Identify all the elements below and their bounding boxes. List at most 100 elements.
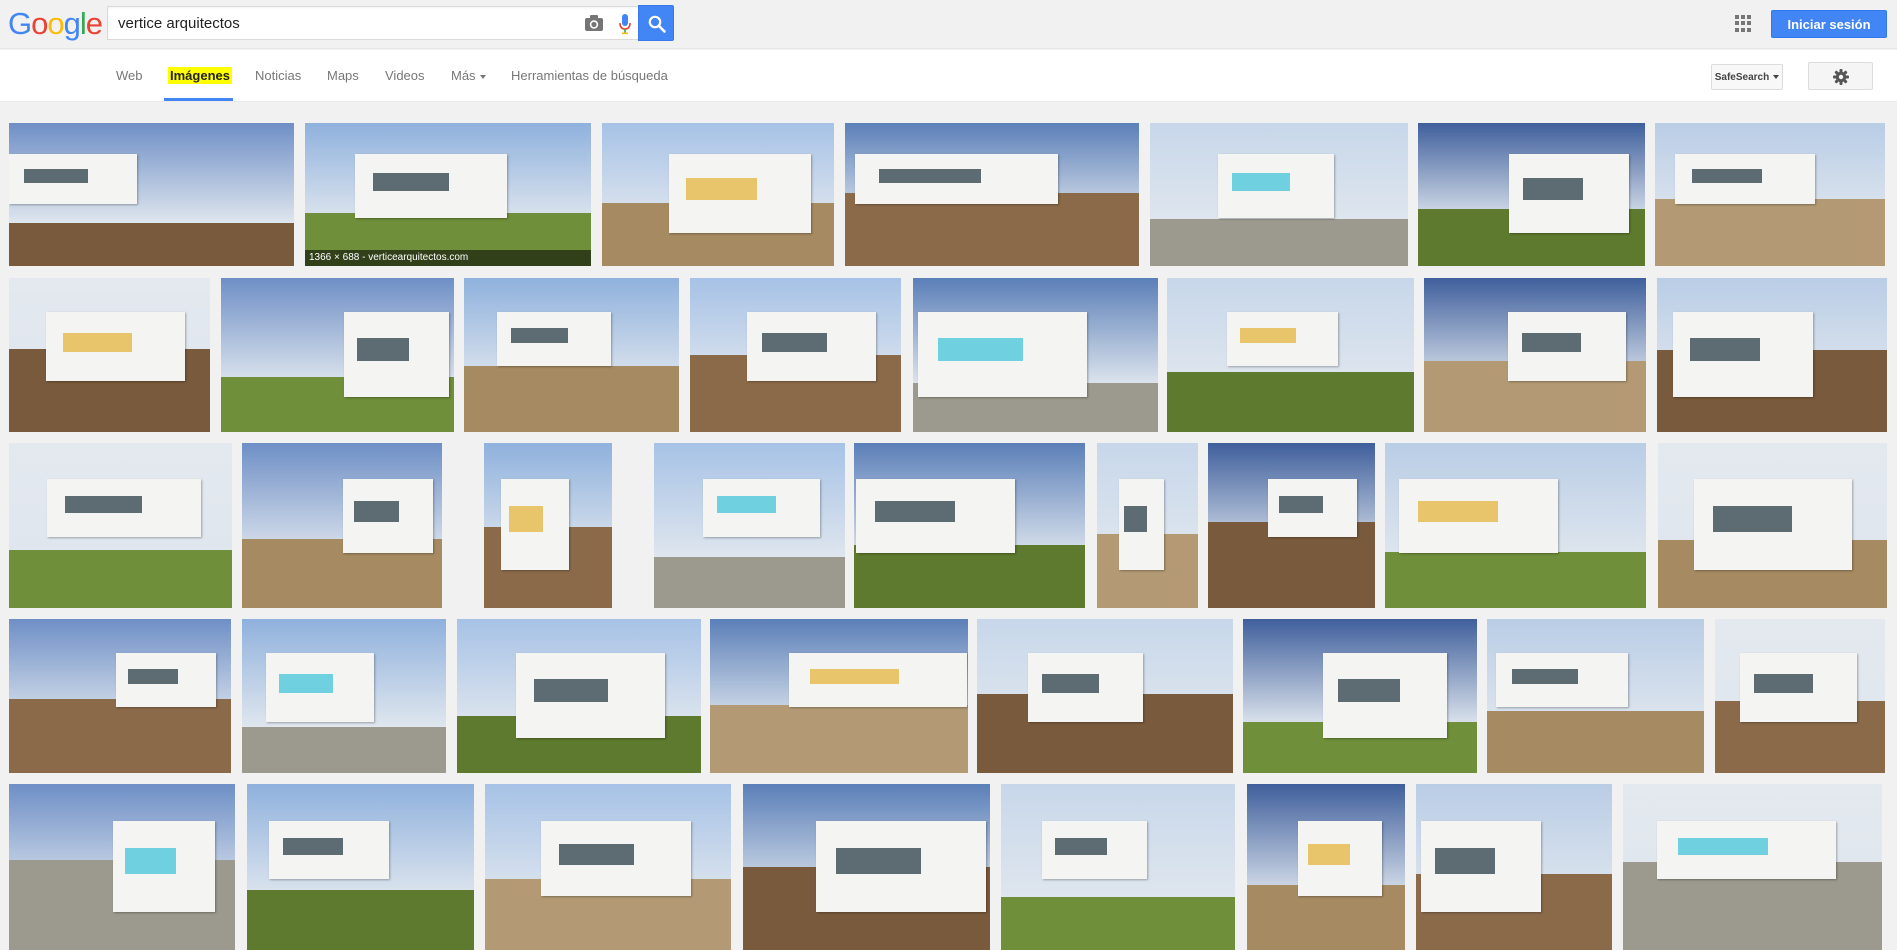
mic-icon[interactable]: [618, 13, 632, 35]
image-result-thumbnail[interactable]: [743, 784, 990, 950]
tab-news[interactable]: Noticias: [255, 68, 301, 83]
thumbnail-building: [541, 821, 691, 896]
image-result-thumbnail[interactable]: [854, 443, 1085, 608]
thumbnail-building: [269, 821, 389, 879]
tab-videos[interactable]: Videos: [385, 68, 425, 83]
thumbnail-window: [1231, 173, 1290, 192]
image-result-thumbnail[interactable]: [1150, 123, 1408, 266]
apps-grid-icon[interactable]: [1735, 15, 1752, 32]
image-result-thumbnail[interactable]: [1385, 443, 1646, 608]
image-result-thumbnail[interactable]: [845, 123, 1139, 266]
image-result-thumbnail[interactable]: [484, 443, 612, 608]
safesearch-button[interactable]: SafeSearch: [1711, 64, 1783, 90]
image-result-thumbnail[interactable]: [654, 443, 845, 608]
image-result-thumbnail[interactable]: 1366 × 688 - verticearquitectos.com: [305, 123, 591, 266]
thumbnail-ground: [1001, 896, 1235, 950]
thumbnail-window: [836, 848, 922, 874]
thumbnail-window: [356, 337, 410, 362]
google-logo[interactable]: Google: [8, 6, 103, 41]
image-result-thumbnail[interactable]: [457, 619, 701, 773]
thumbnail-ground: [242, 726, 446, 773]
thumbnail-building: [855, 154, 1058, 204]
image-result-thumbnail[interactable]: [710, 619, 968, 773]
thumbnail-building: [1323, 653, 1447, 738]
image-result-thumbnail[interactable]: [9, 123, 294, 266]
image-result-thumbnail[interactable]: [9, 784, 235, 950]
thumbnail-building: [1657, 821, 1836, 879]
tab-web[interactable]: Web: [116, 68, 143, 83]
logo-letter: g: [63, 6, 81, 41]
thumbnail-window: [1691, 169, 1762, 183]
thumbnail-ground: [464, 365, 679, 432]
image-result-thumbnail[interactable]: [1657, 278, 1887, 432]
image-result-thumbnail[interactable]: [1715, 619, 1885, 773]
thumbnail-building: [343, 479, 433, 553]
image-result-thumbnail[interactable]: [690, 278, 901, 432]
image-result-thumbnail[interactable]: [1487, 619, 1704, 773]
image-result-thumbnail[interactable]: [242, 619, 446, 773]
image-result-thumbnail[interactable]: [1243, 619, 1477, 773]
thumbnail-building: [669, 154, 811, 233]
image-result-thumbnail[interactable]: [1001, 784, 1235, 950]
image-result-thumbnail[interactable]: [602, 123, 834, 266]
image-result-thumbnail[interactable]: [485, 784, 731, 950]
thumbnail-window: [1054, 838, 1108, 855]
settings-button[interactable]: [1808, 62, 1873, 90]
thumbnail-building: [1694, 479, 1852, 570]
search-icon: [648, 15, 666, 33]
image-result-thumbnail[interactable]: [247, 784, 474, 950]
image-result-thumbnail[interactable]: [1167, 278, 1414, 432]
thumbnail-ground: [1385, 551, 1646, 608]
image-result-thumbnail[interactable]: [1208, 443, 1375, 608]
image-result-thumbnail[interactable]: [1623, 784, 1882, 950]
thumbnail-window: [1678, 838, 1768, 855]
image-result-thumbnail[interactable]: [1655, 123, 1885, 266]
image-result-thumbnail[interactable]: [464, 278, 679, 432]
thumbnail-building: [47, 479, 201, 537]
thumbnail-ground: [854, 545, 1085, 608]
image-result-thumbnail[interactable]: [221, 278, 454, 432]
thumbnail-ground: [845, 193, 1139, 266]
thumbnail-window: [373, 173, 450, 192]
active-tab-indicator: [164, 98, 233, 101]
thumbnail-window: [65, 496, 143, 513]
search-button[interactable]: [638, 5, 674, 41]
tab-search-tools[interactable]: Herramientas de búsqueda: [511, 68, 668, 83]
thumbnail-building: [1421, 821, 1541, 912]
image-result-thumbnail[interactable]: [242, 443, 442, 608]
thumbnail-ground: [1150, 218, 1408, 266]
logo-letter: e: [85, 6, 103, 41]
tab-images[interactable]: Imágenes: [168, 67, 232, 84]
thumbnail-ground: [9, 699, 231, 773]
thumbnail-window: [1240, 328, 1296, 344]
chevron-down-icon: [1773, 74, 1780, 79]
image-result-thumbnail[interactable]: [1658, 443, 1887, 608]
camera-icon[interactable]: [584, 14, 604, 32]
image-result-thumbnail[interactable]: [913, 278, 1158, 432]
image-result-thumbnail[interactable]: [9, 278, 210, 432]
image-result-thumbnail[interactable]: [1416, 784, 1612, 950]
image-result-thumbnail[interactable]: [1247, 784, 1405, 950]
thumbnail-window: [810, 669, 900, 685]
image-result-thumbnail[interactable]: [1418, 123, 1645, 266]
image-result-thumbnail[interactable]: [1424, 278, 1646, 432]
thumbnail-ground: [9, 223, 294, 266]
thumbnail-window: [1041, 673, 1100, 693]
thumbnail-window: [509, 506, 544, 532]
thumbnail-building: [816, 821, 986, 912]
thumbnail-building: [1028, 653, 1143, 722]
image-result-thumbnail[interactable]: [1097, 443, 1198, 608]
signin-button[interactable]: Iniciar sesión: [1771, 10, 1887, 38]
tab-maps[interactable]: Maps: [327, 68, 359, 83]
thumbnail-window: [1124, 506, 1147, 532]
image-result-thumbnail[interactable]: [9, 619, 231, 773]
image-result-thumbnail[interactable]: [9, 443, 232, 608]
thumbnail-building: [9, 154, 137, 204]
thumbnail-window: [125, 848, 177, 874]
image-result-thumbnail[interactable]: [977, 619, 1233, 773]
thumbnail-building: [1042, 821, 1147, 879]
thumbnail-ground: [654, 556, 845, 608]
thumbnail-building: [1268, 479, 1357, 537]
search-input[interactable]: [118, 7, 558, 39]
tab-more[interactable]: Más: [451, 68, 486, 83]
